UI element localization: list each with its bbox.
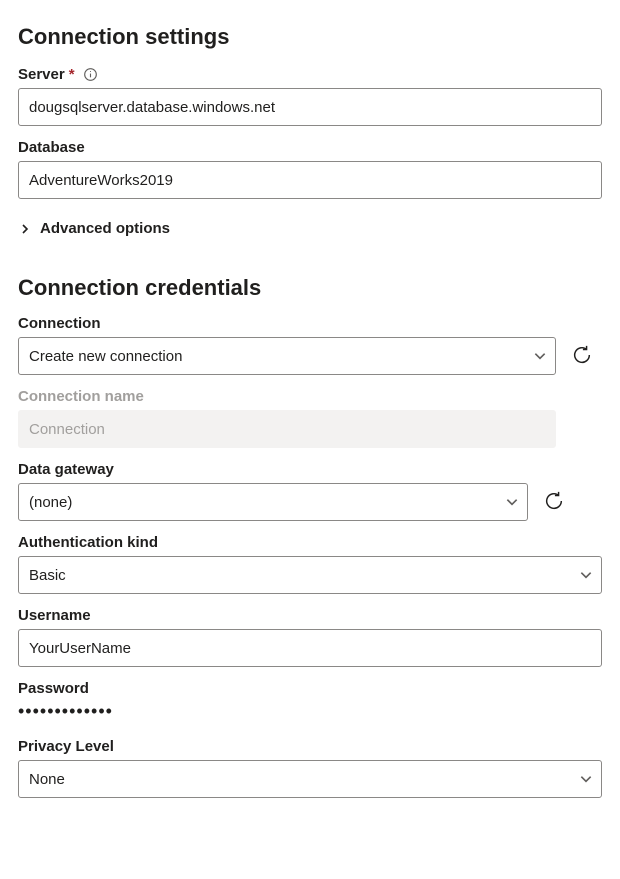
- auth-kind-select[interactable]: Basic: [18, 556, 602, 594]
- connection-name-placeholder: Connection: [29, 421, 105, 438]
- connection-name-label: Connection name: [18, 388, 144, 405]
- privacy-level-select[interactable]: None: [18, 760, 602, 798]
- data-gateway-select-value: (none): [29, 494, 505, 511]
- username-label: Username: [18, 607, 91, 624]
- connection-select-value: Create new connection: [29, 348, 533, 365]
- password-label: Password: [18, 680, 89, 697]
- connection-select[interactable]: Create new connection: [18, 337, 556, 375]
- privacy-level-label: Privacy Level: [18, 738, 114, 755]
- connection-refresh-button[interactable]: [568, 342, 596, 370]
- connection-label: Connection: [18, 315, 101, 332]
- info-icon[interactable]: [83, 67, 99, 83]
- data-gateway-refresh-button[interactable]: [540, 488, 568, 516]
- refresh-icon: [543, 490, 565, 515]
- data-gateway-select[interactable]: (none): [18, 483, 528, 521]
- database-input[interactable]: [18, 161, 602, 199]
- chevron-down-icon: [579, 772, 593, 786]
- server-field: Server *: [18, 66, 602, 126]
- advanced-options-toggle[interactable]: Advanced options: [18, 220, 170, 237]
- privacy-level-select-value: None: [29, 771, 579, 788]
- chevron-down-icon: [533, 349, 547, 363]
- password-input[interactable]: •••••••••••••: [18, 702, 602, 720]
- password-masked-value: •••••••••••••: [18, 702, 113, 720]
- database-label: Database: [18, 139, 85, 156]
- auth-kind-field: Authentication kind Basic: [18, 534, 602, 594]
- data-gateway-label: Data gateway: [18, 461, 114, 478]
- connection-credentials-heading: Connection credentials: [18, 275, 602, 301]
- database-field: Database: [18, 139, 602, 199]
- chevron-down-icon: [505, 495, 519, 509]
- refresh-icon: [571, 344, 593, 369]
- privacy-level-field: Privacy Level None: [18, 738, 602, 798]
- password-field: Password •••••••••••••: [18, 680, 602, 720]
- server-input[interactable]: [18, 88, 602, 126]
- username-field: Username: [18, 607, 602, 667]
- connection-name-input: Connection: [18, 410, 556, 448]
- auth-kind-label: Authentication kind: [18, 534, 158, 551]
- data-gateway-field: Data gateway (none): [18, 461, 602, 521]
- connection-field: Connection Create new connection: [18, 315, 602, 375]
- advanced-options-label: Advanced options: [40, 220, 170, 237]
- username-input[interactable]: [18, 629, 602, 667]
- server-label: Server: [18, 66, 65, 83]
- required-indicator: *: [69, 66, 75, 83]
- connection-name-field: Connection name Connection: [18, 388, 602, 448]
- chevron-down-icon: [579, 568, 593, 582]
- connection-settings-heading: Connection settings: [18, 24, 602, 50]
- chevron-right-icon: [18, 222, 32, 236]
- auth-kind-select-value: Basic: [29, 567, 579, 584]
